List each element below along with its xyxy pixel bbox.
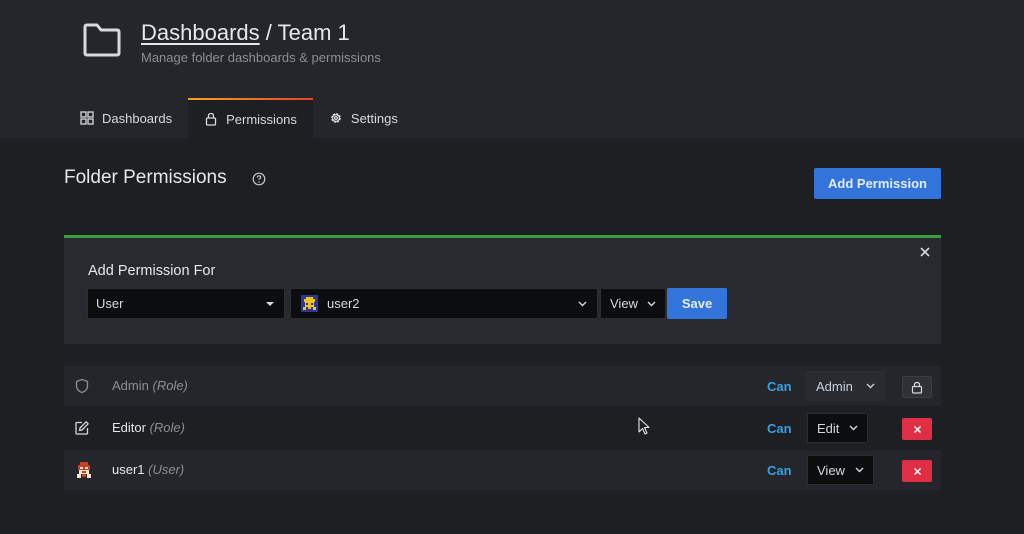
shield-icon bbox=[75, 378, 89, 394]
permission-level-value: View bbox=[610, 296, 638, 311]
selected-user-value: user2 bbox=[327, 296, 360, 311]
tab-dashboards-label: Dashboards bbox=[102, 110, 173, 126]
can-label: Can bbox=[767, 463, 792, 478]
close-icon bbox=[913, 467, 921, 475]
tab-bar: Dashboards Permissions Settings bbox=[64, 98, 414, 138]
lock-icon bbox=[205, 112, 217, 126]
add-permission-panel: Add Permission For User user2 View Save bbox=[64, 235, 941, 344]
permission-level-select[interactable]: View bbox=[600, 288, 666, 319]
chevron-down-icon bbox=[647, 301, 656, 307]
remove-permission-button[interactable] bbox=[902, 418, 932, 440]
add-permission-for-label: Add Permission For bbox=[88, 263, 216, 279]
page-subtitle: Manage folder dashboards & permissions bbox=[141, 50, 381, 65]
chevron-down-icon bbox=[849, 425, 858, 431]
role-kind: (Role) bbox=[149, 420, 185, 435]
tab-settings[interactable]: Settings bbox=[313, 98, 414, 138]
user-avatar bbox=[301, 295, 318, 312]
save-button[interactable]: Save bbox=[667, 288, 727, 319]
close-icon[interactable] bbox=[919, 246, 931, 258]
tab-settings-label: Settings bbox=[350, 110, 398, 126]
page-title: Dashboards / Team 1 bbox=[141, 20, 350, 46]
chevron-down-icon bbox=[866, 383, 875, 389]
folder-permissions-heading: Folder Permissions bbox=[64, 167, 227, 188]
role-name: Admin bbox=[112, 378, 149, 393]
close-icon bbox=[913, 425, 921, 433]
breadcrumb-separator: / bbox=[259, 20, 278, 45]
tab-permissions[interactable]: Permissions bbox=[188, 98, 313, 138]
permission-level-select-editor[interactable]: Edit bbox=[807, 413, 868, 443]
can-label: Can bbox=[767, 379, 792, 394]
chevron-down-icon bbox=[578, 301, 587, 307]
role-name: Editor bbox=[112, 420, 146, 435]
can-label: Can bbox=[767, 421, 792, 436]
role-kind: (Role) bbox=[152, 378, 188, 393]
user-avatar bbox=[74, 460, 94, 480]
permission-row-editor: Editor (Role) Can Edit bbox=[64, 408, 941, 448]
folder-title: Team 1 bbox=[277, 20, 350, 45]
user-kind: (User) bbox=[148, 462, 185, 477]
add-permission-button[interactable]: Add Permission bbox=[814, 168, 941, 199]
permission-row-name: Editor (Role) bbox=[112, 420, 185, 435]
permission-level-value: View bbox=[817, 462, 845, 478]
user-name: user1 bbox=[112, 462, 145, 477]
permission-level-select-admin: Admin bbox=[806, 371, 885, 401]
target-type-value: User bbox=[96, 296, 124, 311]
user-picker-select[interactable]: user2 bbox=[290, 288, 598, 319]
breadcrumb-dashboards-link[interactable]: Dashboards bbox=[141, 20, 260, 45]
gear-icon bbox=[331, 113, 341, 123]
edit-icon bbox=[75, 421, 89, 435]
grid-icon bbox=[80, 111, 94, 125]
lock-icon bbox=[911, 381, 923, 394]
permission-row-user1: user1 (User) Can View bbox=[64, 450, 941, 490]
folder-icon bbox=[83, 23, 121, 57]
mouse-cursor-icon bbox=[638, 417, 650, 435]
permission-target-type-select[interactable]: User bbox=[87, 288, 285, 319]
locked-permission-button bbox=[902, 376, 932, 398]
remove-permission-button[interactable] bbox=[902, 460, 932, 482]
page-header: Dashboards / Team 1 Manage folder dashbo… bbox=[0, 0, 1024, 138]
help-icon[interactable] bbox=[252, 172, 266, 186]
permission-row-name: user1 (User) bbox=[112, 462, 184, 477]
permission-row-admin: Admin (Role) Can Admin bbox=[64, 366, 941, 406]
tab-permissions-label: Permissions bbox=[226, 111, 297, 127]
permission-level-select-user1[interactable]: View bbox=[807, 455, 874, 485]
chevron-down-icon bbox=[855, 467, 864, 473]
caret-down-icon bbox=[266, 302, 274, 306]
tab-dashboards[interactable]: Dashboards bbox=[64, 98, 188, 138]
permission-level-value: Edit bbox=[817, 420, 840, 436]
permission-row-name: Admin (Role) bbox=[112, 378, 188, 393]
permission-level-value: Admin bbox=[816, 378, 853, 394]
